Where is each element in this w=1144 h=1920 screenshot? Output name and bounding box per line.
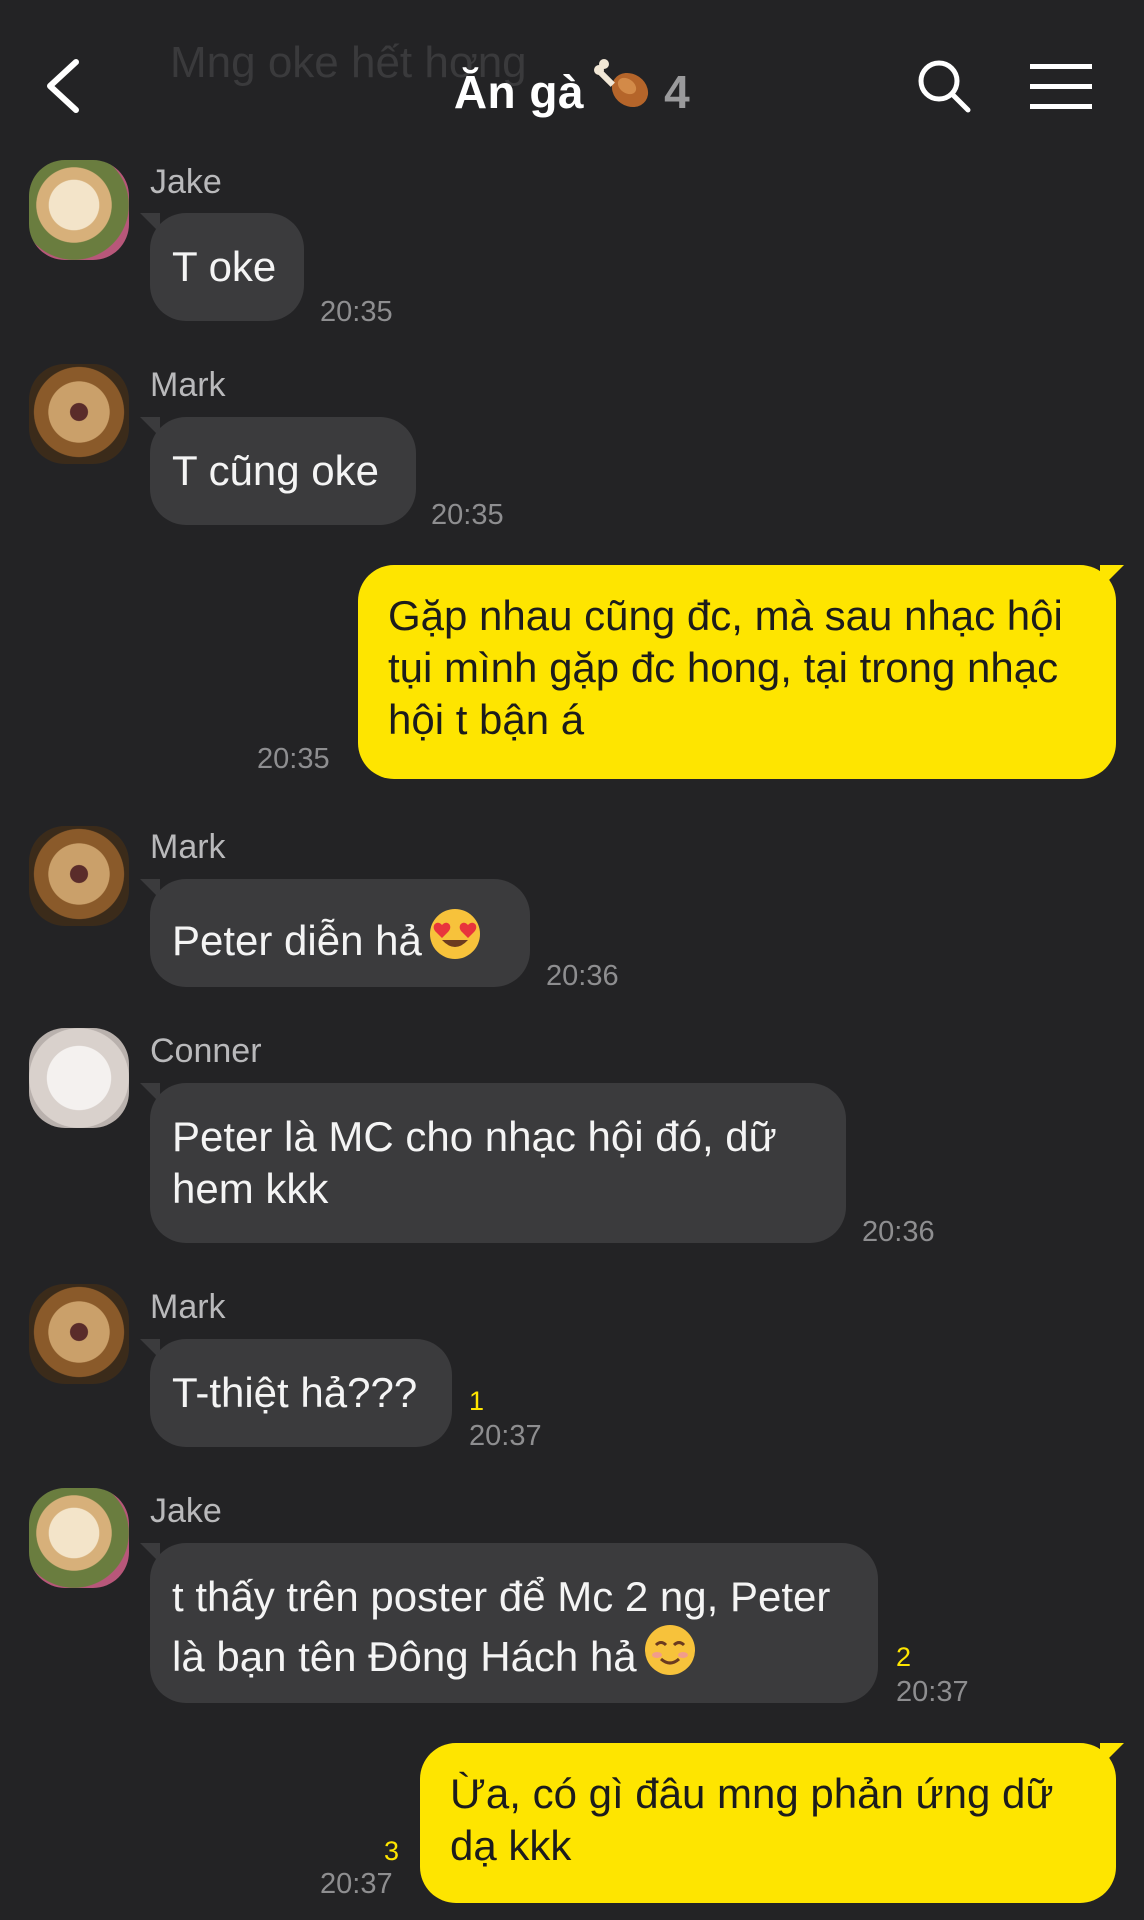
avatar-conner[interactable] xyxy=(29,1028,129,1128)
message-time: 20:36 xyxy=(862,1216,935,1248)
avatar-mark[interactable] xyxy=(29,364,129,464)
message-bubble[interactable]: Peter là MC cho nhạc hội đó, dữ hem kkk xyxy=(150,1083,846,1243)
my-message-bubble[interactable]: Ừa, có gì đâu mng phản ứng dữ dạ kkk xyxy=(420,1743,1116,1903)
message-time: 20:36 xyxy=(546,960,619,992)
message-time: 20:35 xyxy=(257,743,330,775)
member-count: 4 xyxy=(664,66,691,118)
message-bubble[interactable]: T cũng oke xyxy=(150,417,416,525)
unread-count: 1 xyxy=(469,1386,485,1416)
sender-name: Mark xyxy=(150,1288,226,1326)
avatar-mark[interactable] xyxy=(29,1284,129,1384)
chat-room-name: Ăn gà xyxy=(453,66,585,118)
sender-name: Mark xyxy=(150,828,226,866)
message-bubble[interactable]: Peter diễn hả xyxy=(150,879,530,987)
message-time: 20:35 xyxy=(431,499,504,531)
chat-title: Ăn gà 4 xyxy=(0,56,1144,127)
smiling-emoji xyxy=(643,1623,697,1689)
unread-count: 3 xyxy=(384,1836,400,1866)
message-time: 20:37 xyxy=(469,1420,542,1452)
avatar-jake[interactable] xyxy=(29,160,129,260)
search-icon[interactable] xyxy=(916,58,972,114)
heart-eyes-emoji xyxy=(428,907,482,973)
message-text: Peter diễn hả xyxy=(172,917,422,964)
message-bubble[interactable]: T oke xyxy=(150,213,304,321)
message-bubble[interactable]: T-thiệt hả??? xyxy=(150,1339,452,1447)
sender-name: Jake xyxy=(150,1492,222,1530)
sender-name: Mark xyxy=(150,366,226,404)
message-time: 20:37 xyxy=(320,1868,393,1900)
message-bubble[interactable]: t thấy trên poster để Mc 2 ng, Peter là … xyxy=(150,1543,878,1703)
my-message-bubble[interactable]: Gặp nhau cũng đc, mà sau nhạc hội tụi mì… xyxy=(358,565,1116,779)
sender-name: Conner xyxy=(150,1032,262,1070)
menu-icon[interactable] xyxy=(1030,64,1092,110)
message-time: 20:37 xyxy=(896,1676,969,1708)
chat-header: Mng oke hết hơng Ăn gà 4 xyxy=(0,0,1144,150)
avatar-mark[interactable] xyxy=(29,826,129,926)
sender-name: Jake xyxy=(150,163,222,201)
unread-count: 2 xyxy=(896,1642,912,1672)
avatar-jake[interactable] xyxy=(29,1488,129,1588)
drumstick-icon xyxy=(594,56,654,127)
message-text: t thấy trên poster để Mc 2 ng, Peter là … xyxy=(172,1573,831,1680)
message-time: 20:35 xyxy=(320,296,393,328)
